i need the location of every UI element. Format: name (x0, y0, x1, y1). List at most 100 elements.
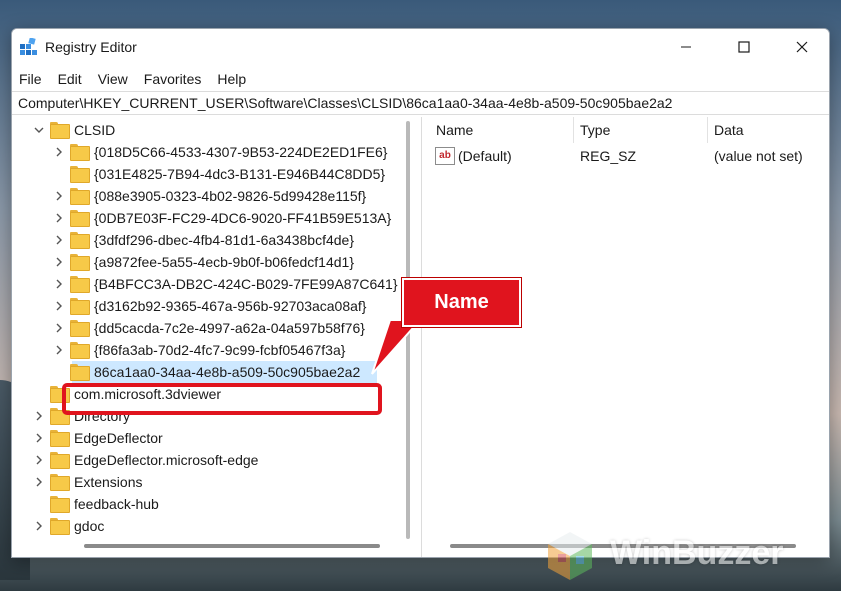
tree-item[interactable]: {f86fa3ab-70d2-4fc7-9c99-fcbf05467f3a} (12, 339, 412, 361)
close-icon (796, 41, 808, 53)
tree-item[interactable]: {d3162b92-9365-467a-956b-92703aca08af} (12, 295, 412, 317)
maximize-icon (738, 41, 750, 53)
menu-help[interactable]: Help (209, 67, 254, 91)
chevron-right-icon[interactable] (52, 211, 66, 225)
key-tree-pane[interactable]: CLSID {018D5C66-4533-4307-9B53-224DE2ED1… (12, 117, 422, 557)
watermark-text: WinBuzzer (610, 534, 784, 572)
callout-pointer (371, 319, 423, 375)
folder-icon (50, 122, 70, 139)
folder-icon (50, 430, 70, 447)
tree-item[interactable]: Extensions (12, 471, 412, 493)
folder-icon (70, 188, 90, 205)
chevron-right-icon[interactable] (32, 409, 46, 423)
tree-item[interactable]: Directory (12, 405, 412, 427)
folder-icon (70, 210, 90, 227)
tree-item[interactable]: {088e3905-0323-4b02-9826-5d99428e115f} (12, 185, 412, 207)
folder-icon (70, 254, 90, 271)
tree-item-label: gdoc (74, 518, 105, 534)
chevron-down-icon[interactable] (32, 123, 46, 137)
chevron-right-icon[interactable] (32, 453, 46, 467)
folder-icon (50, 408, 70, 425)
tree-item-label: {f86fa3ab-70d2-4fc7-9c99-fcbf05467f3a} (94, 342, 346, 358)
minimize-button[interactable] (657, 29, 715, 65)
folder-icon (70, 320, 90, 337)
chevron-right-icon[interactable] (52, 145, 66, 159)
minimize-icon (681, 46, 691, 48)
chevron-right-icon[interactable] (52, 299, 66, 313)
menu-file[interactable]: File (12, 67, 50, 91)
tree-item-label: Extensions (74, 474, 143, 490)
maximize-button[interactable] (715, 29, 773, 65)
chevron-right-icon[interactable] (32, 431, 46, 445)
tree-item[interactable]: {3dfdf296-dbec-4fb4-81d1-6a3438bcf4de} (12, 229, 412, 251)
chevron-right-icon[interactable] (52, 189, 66, 203)
tree-item[interactable]: feedback-hub (12, 493, 412, 515)
tree-item-label: feedback-hub (74, 496, 159, 512)
tree-item[interactable]: {dd5cacda-7c2e-4997-a62a-04a597b58f76} (12, 317, 412, 339)
value-row[interactable]: ab (Default) REG_SZ (value not set) (430, 145, 829, 167)
column-header-name[interactable]: Name (430, 117, 574, 143)
column-header-data[interactable]: Data (708, 117, 829, 143)
folder-icon (50, 386, 70, 403)
folder-icon (70, 342, 90, 359)
chevron-right-icon[interactable] (52, 233, 66, 247)
tree-item[interactable]: com.microsoft.3dviewer (12, 383, 412, 405)
values-list-pane[interactable]: Name Type Data ab (Default) REG_SZ (valu… (430, 117, 829, 557)
close-button[interactable] (773, 29, 829, 65)
address-bar[interactable]: Computer\HKEY_CURRENT_USER\Software\Clas… (12, 91, 829, 115)
folder-icon (70, 144, 90, 161)
tree-item-label: com.microsoft.3dviewer (74, 386, 222, 402)
watermark: WinBuzzer (540, 526, 840, 586)
tree-item-label: {018D5C66-4533-4307-9B53-224DE2ED1FE6} (94, 144, 388, 160)
folder-icon (70, 276, 90, 293)
tree-item[interactable]: {018D5C66-4533-4307-9B53-224DE2ED1FE6} (12, 141, 412, 163)
folder-icon (50, 474, 70, 491)
chevron-right-icon[interactable] (52, 277, 66, 291)
value-type: REG_SZ (580, 148, 637, 164)
chevron-right-icon[interactable] (32, 475, 46, 489)
tree-item-label: CLSID (74, 122, 116, 138)
title-bar[interactable]: Registry Editor (12, 29, 829, 65)
folder-icon (70, 298, 90, 315)
tree-item[interactable]: {B4BFCC3A-DB2C-424C-B029-7FE99A87C641} (12, 273, 412, 295)
chevron-right-icon[interactable] (52, 343, 66, 357)
tree-item[interactable]: EdgeDeflector.microsoft-edge (12, 449, 412, 471)
tree-item-label: {031E4825-7B94-4dc3-B131-E946B44C8DD5} (94, 166, 386, 182)
tree-item[interactable]: {0DB7E03F-FC29-4DC6-9020-FF41B59E513A} (12, 207, 412, 229)
value-name: (Default) (458, 148, 512, 164)
tree-item-label: EdgeDeflector (74, 430, 163, 446)
folder-icon (50, 452, 70, 469)
column-header-type[interactable]: Type (574, 117, 708, 143)
tree-item-label: {3dfdf296-dbec-4fb4-81d1-6a3438bcf4de} (94, 232, 354, 248)
tree-item-label: {B4BFCC3A-DB2C-424C-B029-7FE99A87C641} (94, 276, 398, 292)
menu-edit[interactable]: Edit (50, 67, 90, 91)
watermark-logo-icon (548, 532, 592, 580)
registry-app-icon (20, 38, 37, 55)
string-value-icon: ab (435, 147, 455, 165)
value-data: (value not set) (714, 148, 803, 164)
tree-item[interactable]: {031E4825-7B94-4dc3-B131-E946B44C8DD5} (12, 163, 412, 185)
folder-icon (70, 232, 90, 249)
menu-favorites[interactable]: Favorites (136, 67, 210, 91)
menu-bar: File Edit View Favorites Help (12, 67, 829, 91)
tree-item-label: 86ca1aa0-34aa-4e8b-a509-50c905bae2a2 (94, 364, 361, 380)
tree-item-label: {0DB7E03F-FC29-4DC6-9020-FF41B59E513A} (94, 210, 392, 226)
tree-item[interactable]: {a9872fee-5a55-4ecb-9b0f-b06fedcf14d1} (12, 251, 412, 273)
tree-item-label: {a9872fee-5a55-4ecb-9b0f-b06fedcf14d1} (94, 254, 354, 270)
tree-item[interactable]: EdgeDeflector (12, 427, 412, 449)
chevron-right-icon[interactable] (32, 519, 46, 533)
tree-item-label: Directory (74, 408, 131, 424)
tree-item-clsid[interactable]: CLSID (12, 119, 412, 141)
folder-icon (70, 364, 90, 381)
tree-horizontal-scroll-thumb[interactable] (84, 544, 380, 548)
tree-item-label: {088e3905-0323-4b02-9826-5d99428e115f} (94, 188, 367, 204)
chevron-right-icon[interactable] (52, 255, 66, 269)
chevron-right-icon[interactable] (52, 321, 66, 335)
menu-view[interactable]: View (90, 67, 136, 91)
tree-item[interactable]: gdoc (12, 515, 412, 537)
tree-item-label: EdgeDeflector.microsoft-edge (74, 452, 259, 468)
folder-icon (50, 518, 70, 535)
tree-item-selected[interactable]: 86ca1aa0-34aa-4e8b-a509-50c905bae2a2 (12, 361, 412, 383)
folder-icon (50, 496, 70, 513)
window-title: Registry Editor (45, 39, 137, 55)
